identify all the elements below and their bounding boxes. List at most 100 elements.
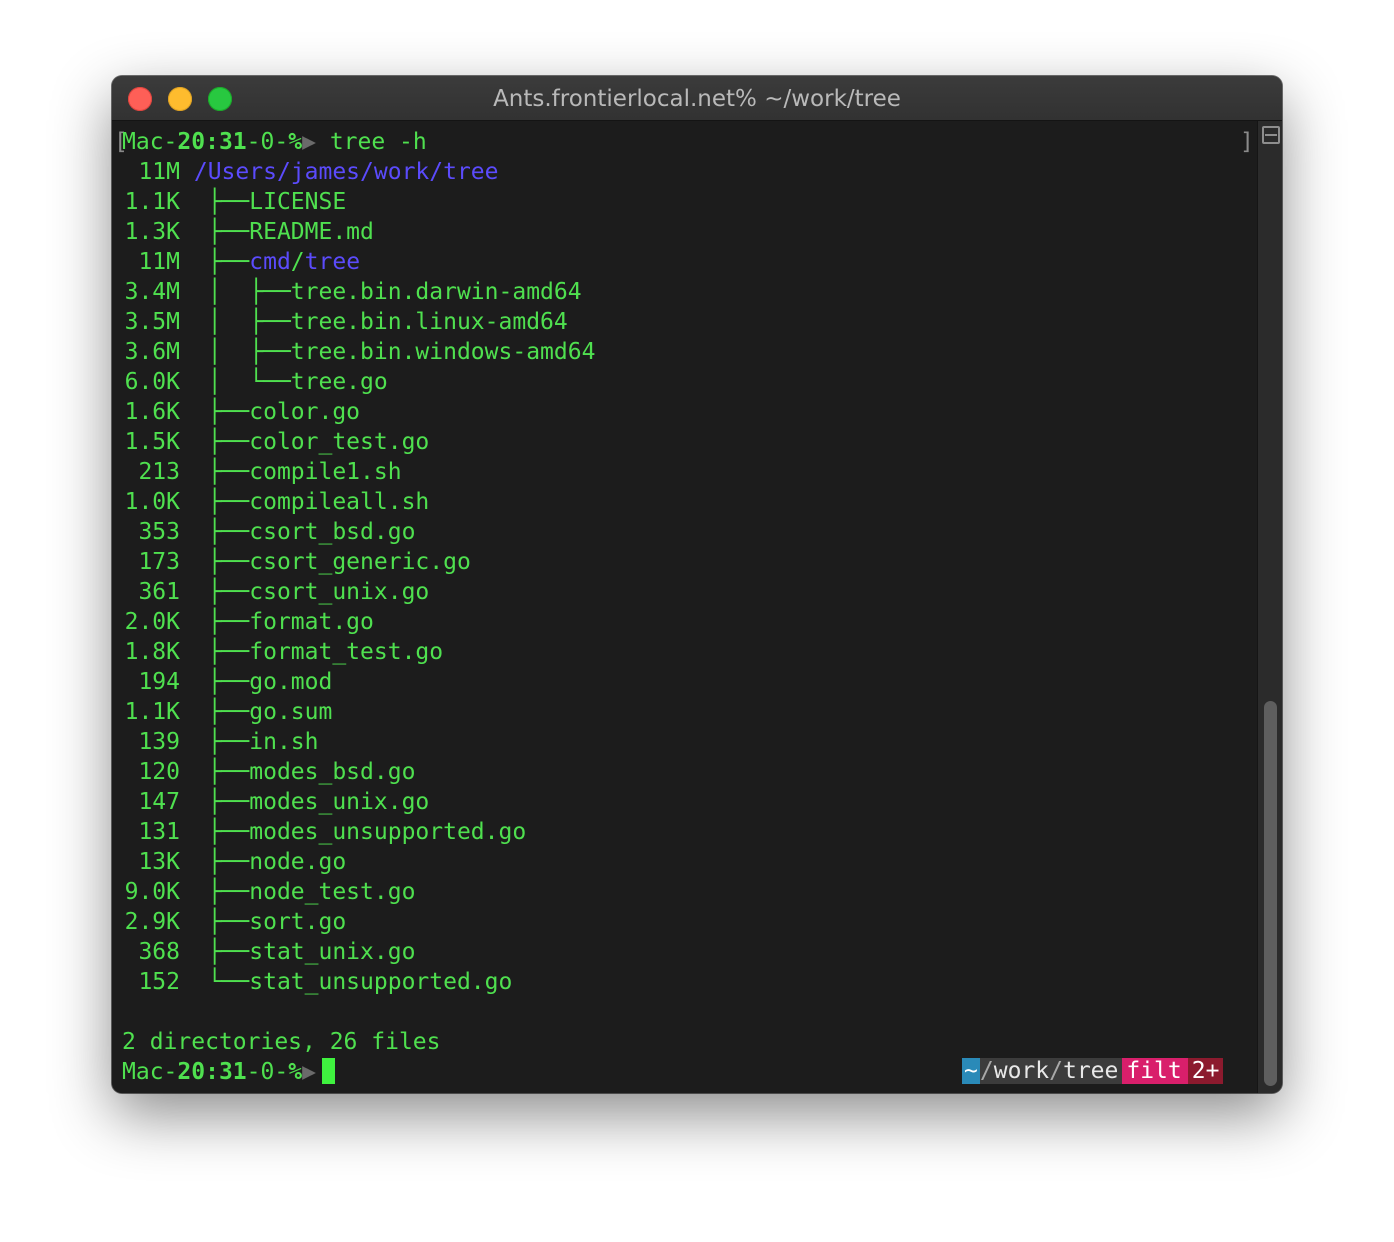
tree-entry: 9.0K ├──node_test.go (122, 877, 416, 907)
tree-entry: 353 ├──csort_bsd.go (122, 517, 415, 547)
entry-size: 131 (138, 819, 180, 845)
entry-size: 213 (138, 459, 180, 485)
entry-size: 152 (138, 969, 180, 995)
tree-branch-glyph: ├── (207, 189, 250, 215)
file-name: modes_unsupported.go (249, 819, 527, 845)
prompt-arrow-icon: ▶ (302, 1059, 316, 1085)
entry-size: 1.1K (124, 699, 180, 725)
tree-entry: 152 └──stat_unsupported.go (122, 967, 512, 997)
tree-entry: 368 ├──stat_unix.go (122, 937, 415, 967)
tree-branch-glyph: ├── (207, 459, 250, 485)
file-name: csort_generic.go (249, 549, 471, 575)
file-name: LICENSE (249, 189, 347, 215)
tree-branch-glyph: ├── (207, 639, 250, 665)
file-name: sort.go (249, 909, 347, 935)
tree-branch-glyph: ├── (207, 699, 250, 725)
entry-size: 120 (138, 759, 180, 785)
tree-branch-glyph: ├── (207, 429, 250, 455)
tree-branch-glyph: │ ├── (207, 309, 291, 335)
entry-size: 2.9K (124, 909, 180, 935)
file-name: go.mod (249, 669, 333, 695)
tree-branch-glyph: ├── (207, 519, 250, 545)
entry-size: 1.6K (124, 399, 180, 425)
active-prompt-line[interactable]: Mac-20:31-0-%▶ (122, 1057, 335, 1087)
root-size: 11M (138, 159, 180, 185)
tree-entry: 6.0K │ └──tree.go (122, 367, 388, 397)
tree-entry: 139 ├──in.sh (122, 727, 318, 757)
file-name: tree.bin.linux-amd64 (290, 309, 568, 335)
file-name: modes_unix.go (249, 789, 430, 815)
entry-size: 361 (138, 579, 180, 605)
tree-entry: 2.9K ├──sort.go (122, 907, 347, 937)
tree-entry: 1.1K ├──go.sum (122, 697, 333, 727)
tree-branch-glyph: ├── (207, 669, 250, 695)
tree-entry: 173 ├──csort_generic.go (122, 547, 471, 577)
tree-branch-glyph: ├── (207, 939, 250, 965)
entry-size: 9.0K (124, 879, 180, 905)
entry-size: 1.1K (124, 189, 180, 215)
tree-entry: 120 ├──modes_bsd.go (122, 757, 415, 787)
terminal-content[interactable]: [ ] Mac-20:31-0-%▶ tree -h 11M /Users/ja… (112, 121, 1257, 1093)
tree-branch-glyph: ├── (207, 579, 250, 605)
file-name: compileall.sh (249, 489, 430, 515)
tree-branch-glyph: ├── (207, 909, 250, 935)
file-name: csort_bsd.go (249, 519, 416, 545)
status-home-segment: ~ (962, 1058, 980, 1084)
tree-entry: 11M ├──cmd/tree (122, 247, 360, 277)
root-path: /Users/james/work/tree (193, 159, 499, 185)
mark-bracket-right: ] (1240, 129, 1254, 155)
tree-branch-glyph: │ ├── (207, 279, 291, 305)
tree-entry: 147 ├──modes_unix.go (122, 787, 429, 817)
command-text: tree -h (329, 129, 427, 155)
tree-branch-glyph: ├── (207, 609, 250, 635)
file-name: stat_unix.go (249, 939, 416, 965)
window-title: Ants.frontierlocal.net% ~/work/tree (493, 86, 901, 112)
prompt-time: 20:31 (177, 129, 247, 155)
tree-entry: 1.6K ├──color.go (122, 397, 360, 427)
file-name: stat_unsupported.go (249, 969, 513, 995)
prompt-exit-status: 0 (260, 129, 275, 155)
tree-branch-glyph: ├── (207, 399, 250, 425)
entry-size: 11M (138, 249, 180, 275)
tree-branch-glyph: │ └── (207, 369, 291, 395)
tree-entry: 1.1K ├──LICENSE (122, 187, 347, 217)
tree-branch-glyph: ├── (207, 729, 250, 755)
tree-branch-glyph: ├── (207, 759, 250, 785)
tree-entry: 1.5K ├──color_test.go (122, 427, 430, 457)
tree-branch-glyph: ├── (207, 249, 250, 275)
file-name: node_test.go (249, 879, 416, 905)
entry-size: 1.0K (124, 489, 180, 515)
file-name: node.go (249, 849, 347, 875)
tree-entry: 3.5M │ ├──tree.bin.linux-amd64 (122, 307, 568, 337)
file-name: color.go (249, 399, 361, 425)
tree-entry: 13K ├──node.go (122, 847, 346, 877)
title-bar[interactable]: Ants.frontierlocal.net% ~/work/tree (112, 76, 1282, 121)
scrollbar-thumb[interactable] (1264, 701, 1277, 1086)
file-name: compile1.sh (249, 459, 402, 485)
prompt-symbol: % (288, 129, 303, 155)
tree-summary: 2 directories, 26 files (122, 1029, 441, 1055)
file-name: tree.bin.darwin-amd64 (290, 279, 582, 305)
file-name: go.sum (249, 699, 333, 725)
entry-size: 3.5M (124, 309, 180, 335)
entry-size: 3.6M (124, 339, 180, 365)
entry-size: 3.4M (124, 279, 180, 305)
entry-size: 2.0K (124, 609, 180, 635)
scrollbar[interactable] (1257, 121, 1282, 1093)
text-cursor (321, 1058, 335, 1084)
prompt-status-segments: ~/work/tree filt 2+ (962, 1057, 1224, 1085)
command-prompt-line: Mac-20:31-0-%▶ tree -h (122, 129, 427, 155)
tree-entry: 361 ├──csort_unix.go (122, 577, 429, 607)
status-path-segment: /work/tree (979, 1058, 1123, 1084)
tree-entry: 1.3K ├──README.md (122, 217, 374, 247)
split-pane-icon[interactable] (1262, 126, 1280, 144)
tree-branch-glyph: ├── (207, 789, 250, 815)
tree-branch-glyph: ├── (207, 489, 250, 515)
file-name: format.go (249, 609, 374, 635)
directory-name: cmd (249, 249, 291, 275)
entry-size: 1.3K (124, 219, 180, 245)
entry-size: 13K (138, 849, 180, 875)
prompt-host: Mac (122, 129, 164, 155)
file-name: tree.bin.windows-amd64 (290, 339, 596, 365)
file-name: tree.go (290, 369, 388, 395)
